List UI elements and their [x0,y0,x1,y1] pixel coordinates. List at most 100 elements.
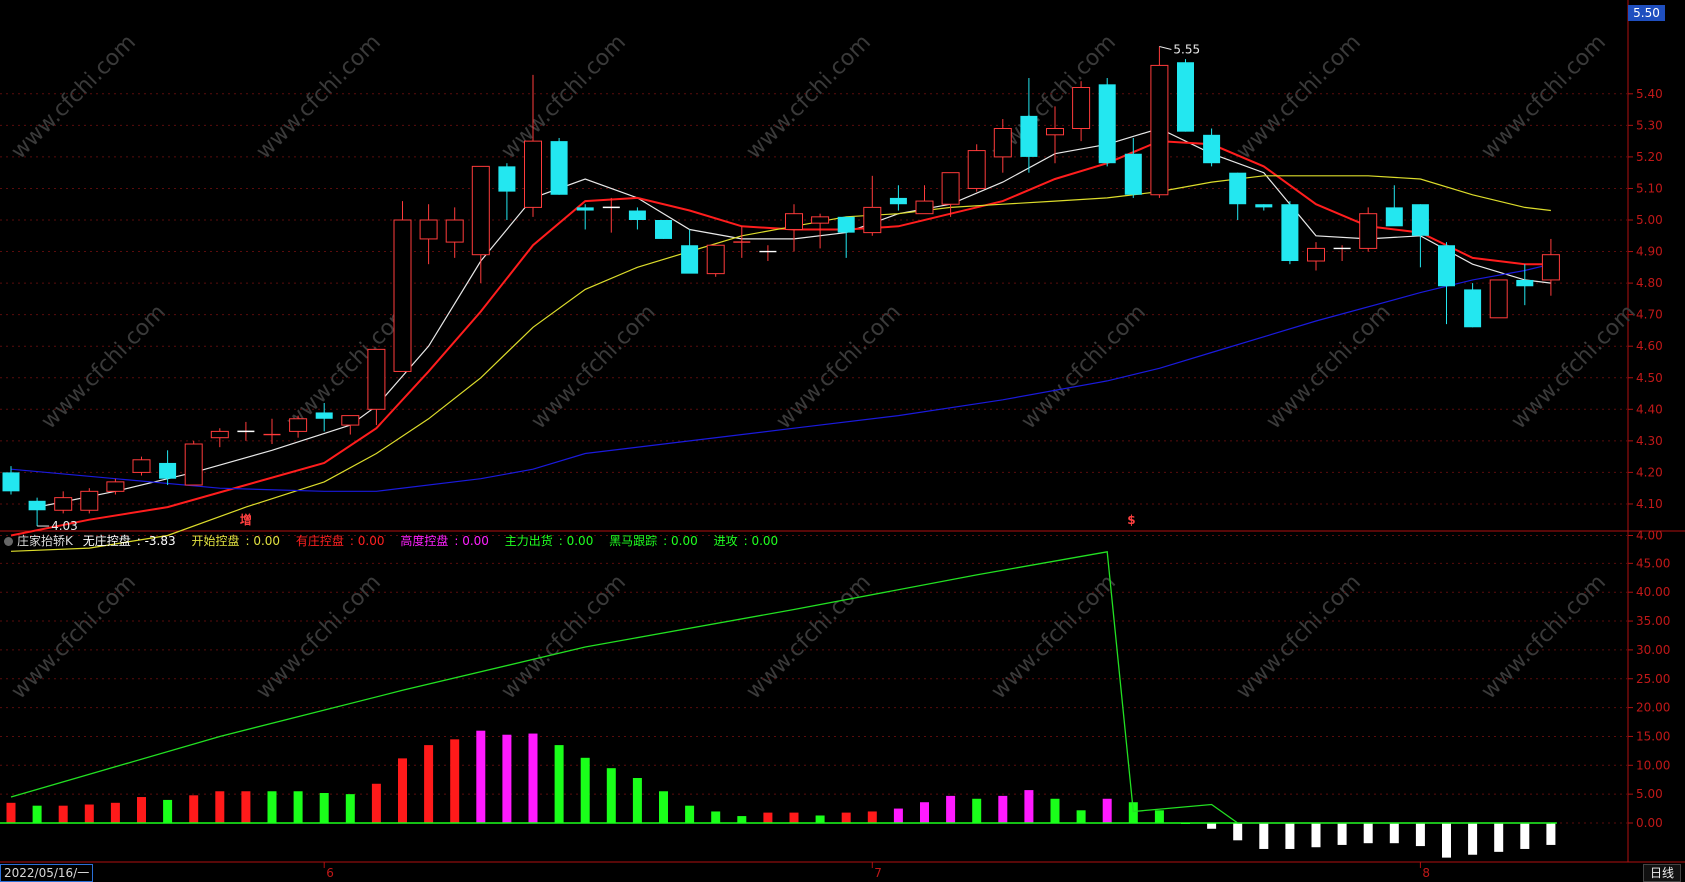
indicator-bar [319,792,329,823]
indicator-bar [345,794,355,823]
indicator-bar [1389,823,1399,844]
candle-body [706,244,725,275]
price-tick-label: 4.80 [1636,276,1663,290]
signal-mark: 增 [240,512,252,527]
indicator-bar [606,768,616,823]
indicator-bar [920,802,929,823]
candle-body [28,500,46,511]
candle-body [132,459,151,473]
signal-mark: $ [1127,513,1135,527]
candle [132,456,151,476]
indicator-bar [1207,823,1217,829]
candle [1150,46,1169,198]
candle [1177,59,1194,132]
indicator-tick-label: 10.00 [1636,758,1670,772]
indicator-tick-label: 35.00 [1636,614,1670,628]
candle-body [576,207,594,211]
candle-body [315,412,333,419]
indicator-bar [424,745,434,823]
indicator-tick-label: 45.00 [1636,556,1670,570]
time-tick-label: 7 [874,866,882,880]
candle-body [1072,86,1091,130]
indicator-bar [1546,823,1556,845]
candle-body [393,219,412,372]
indicator-bar [1285,823,1295,849]
candle-body [1541,254,1560,281]
indicator-bar [398,758,407,823]
indicator-bar [841,812,851,823]
indicator-bar [528,733,538,823]
indicator-settings-icon[interactable] [4,537,13,546]
candle-body [681,245,699,274]
candle-body [811,216,830,224]
indicator-bar [1415,823,1425,847]
indicator-bar [476,730,486,823]
indicator-bar [1337,823,1347,845]
indicator-bar [763,812,773,823]
candle-body [1464,289,1482,328]
indicator-bar [554,745,564,823]
candle [1098,78,1116,167]
indicator-bar [946,795,956,823]
price-tick-label: 5.10 [1636,181,1663,195]
candle-body [1020,115,1038,157]
indicator-bar [1520,823,1530,849]
candle [550,137,568,195]
candle [1359,207,1378,252]
indicator-tick-label: 40.00 [1636,585,1670,599]
time-tick-label: 8 [1422,866,1430,880]
candle [1464,283,1482,328]
candle-body [1307,247,1325,262]
candle [80,488,99,514]
candle-body [1203,134,1221,164]
indicator-bar [267,791,277,823]
candle-body [80,490,99,511]
indicator-bar [163,799,173,823]
indicator-bar [789,812,799,823]
candle-body [655,220,672,239]
price-tick-label: 4.10 [1636,497,1663,511]
candle-body [1177,62,1194,132]
indicator-bar [1363,823,1373,844]
candle-body [106,481,125,492]
price-tick-label: 4.20 [1636,465,1663,479]
candle-body [1489,279,1508,319]
indicator-name[interactable]: 庄家抬轿K [17,534,73,548]
candle-body [1124,153,1142,195]
indicator-bar [685,805,695,823]
indicator-tick-label: 5.00 [1636,787,1663,801]
candle-body [993,128,1012,158]
indicator-bar [1233,823,1243,841]
indicator-bar [1050,798,1060,823]
stock-chart[interactable]: www.cfchi.com www.cfchi.com www.cfchi.com w… [0,0,1685,882]
indicator-tick-label: 30.00 [1636,643,1670,657]
indicator-bar [1024,790,1034,823]
candle-body [628,210,646,220]
indicator-bar [1154,810,1164,823]
indicator-bar [1102,798,1112,823]
candle-body [210,430,229,439]
candle [184,440,203,486]
high-price-label: 5.55 [1173,42,1200,56]
candle-body [1385,207,1403,227]
indicator-bar [137,797,146,823]
indicator-tick-label: 0.00 [1636,816,1663,830]
indicator-bar [502,734,512,823]
indicator-bar [1311,823,1321,848]
candle [967,144,986,192]
price-tick-label: 4.50 [1636,371,1663,385]
candle-body [1229,172,1247,205]
indicator-bar [1076,810,1086,823]
indicator-bar [1494,823,1504,852]
indicator-tick-label: 15.00 [1636,729,1670,743]
indicator-legend: 庄家抬轿K 无庄控盘: -3.83 开始控盘: 0.00 有庄控盘: 0.00 … [4,532,790,550]
period-mode-button[interactable]: 日线 [1642,864,1681,882]
price-tick-label: 4.40 [1636,402,1663,416]
indicator-bar [241,791,251,823]
legend-kaishi: 开始控盘: 0.00 [191,534,281,548]
price-tick-label: 5.40 [1636,87,1663,101]
candle-body [1046,128,1064,136]
candle-body [1359,213,1378,249]
candle-body [498,166,516,192]
price-tick-label: 5.00 [1636,213,1663,227]
